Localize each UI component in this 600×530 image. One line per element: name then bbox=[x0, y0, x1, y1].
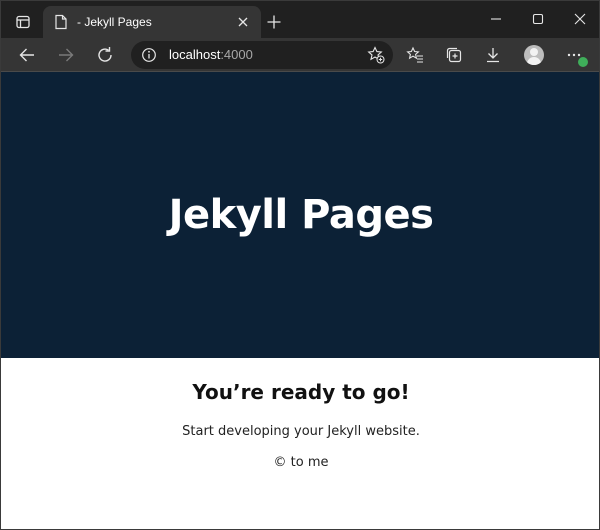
tab-active[interactable]: - Jekyll Pages bbox=[43, 6, 261, 38]
tab-close-button[interactable] bbox=[233, 12, 253, 32]
minimize-button[interactable] bbox=[484, 7, 508, 31]
add-favorite-button[interactable] bbox=[367, 46, 385, 64]
minimize-icon bbox=[491, 18, 501, 20]
close-icon bbox=[238, 17, 248, 27]
maximize-button[interactable] bbox=[526, 7, 550, 31]
avatar-icon bbox=[524, 45, 544, 65]
hero-banner: Jekyll Pages bbox=[1, 72, 599, 358]
page-footer: © to me bbox=[273, 455, 329, 470]
downloads-button[interactable] bbox=[480, 42, 506, 68]
page-lead: Start developing your Jekyll website. bbox=[182, 424, 420, 439]
refresh-icon bbox=[98, 47, 112, 62]
browser-window: - Jekyll Pages localhost:4000 Jekyll Pag… bbox=[0, 0, 600, 530]
forward-button[interactable] bbox=[53, 42, 79, 68]
collections-button[interactable] bbox=[441, 42, 467, 68]
page-heading: You’re ready to go! bbox=[192, 380, 410, 404]
tab-actions-button[interactable] bbox=[9, 10, 37, 34]
download-icon bbox=[487, 48, 499, 63]
tab-strip: - Jekyll Pages bbox=[1, 1, 599, 38]
close-icon bbox=[574, 13, 586, 25]
collections-icon bbox=[446, 47, 462, 63]
forward-arrow-icon bbox=[59, 48, 74, 62]
site-info-button[interactable] bbox=[141, 47, 157, 63]
favorites-icon bbox=[406, 46, 423, 63]
page-content: You’re ready to go! Start developing you… bbox=[1, 358, 599, 470]
web-page: Jekyll Pages You’re ready to go! Start d… bbox=[1, 72, 599, 529]
site-title: Jekyll Pages bbox=[168, 192, 434, 238]
star-plus-icon bbox=[367, 46, 385, 64]
new-tab-button[interactable] bbox=[263, 11, 285, 33]
refresh-button[interactable] bbox=[92, 42, 118, 68]
url-host: localhost bbox=[169, 47, 221, 62]
info-icon bbox=[142, 48, 156, 62]
address-bar[interactable]: localhost:4000 bbox=[131, 41, 393, 69]
maximize-icon bbox=[532, 13, 544, 25]
more-button[interactable] bbox=[562, 42, 588, 68]
back-arrow-icon bbox=[19, 48, 34, 62]
update-badge bbox=[578, 57, 588, 67]
favorites-button[interactable] bbox=[402, 42, 428, 68]
toolbar: localhost:4000 bbox=[1, 38, 599, 72]
close-window-button[interactable] bbox=[568, 7, 592, 31]
url-port: :4000 bbox=[220, 47, 253, 62]
tab-title: - Jekyll Pages bbox=[77, 15, 152, 29]
tab-actions-icon bbox=[16, 15, 30, 29]
plus-icon bbox=[267, 15, 281, 29]
address-url[interactable]: localhost:4000 bbox=[169, 47, 253, 62]
page-icon bbox=[53, 14, 69, 30]
profile-button[interactable] bbox=[521, 42, 547, 68]
back-button[interactable] bbox=[14, 42, 40, 68]
